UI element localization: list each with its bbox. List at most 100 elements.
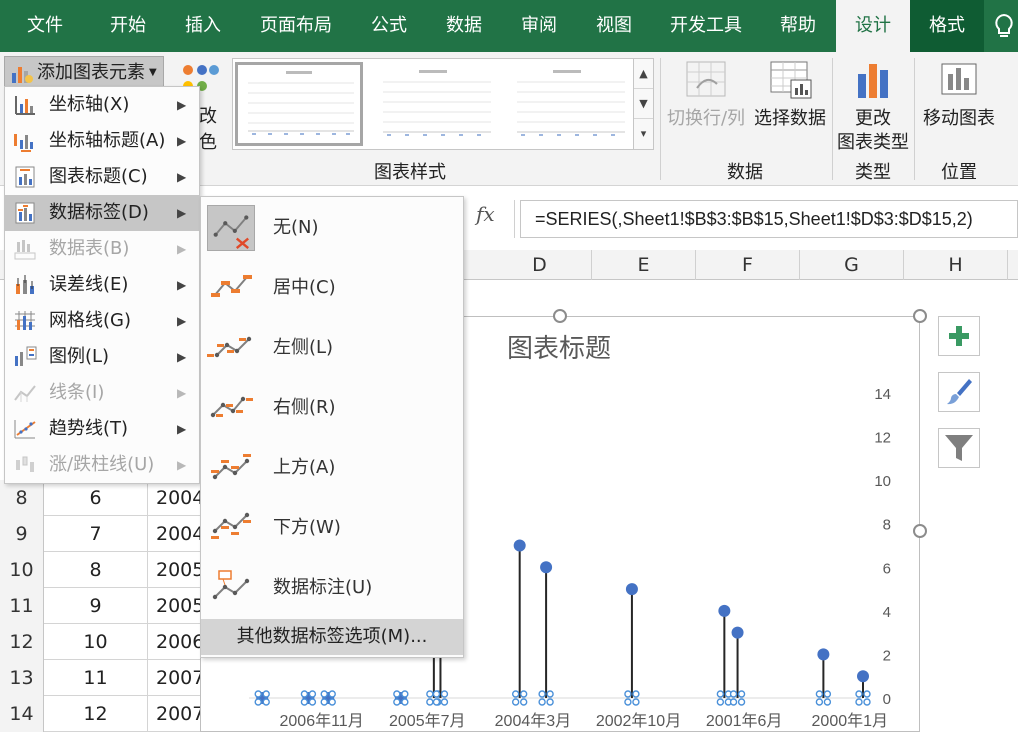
data-label-right[interactable]: 右侧(R) <box>201 379 463 437</box>
menu-item-chart-title[interactable]: 图表标题(C) ▶ <box>5 159 199 195</box>
change-colors-button[interactable]: 改 色 <box>199 104 217 156</box>
selection-handle[interactable] <box>300 690 309 698</box>
selection-handle[interactable] <box>546 698 554 706</box>
selection-handle[interactable] <box>393 698 401 706</box>
data-label-center[interactable]: 居中(C) <box>201 259 463 317</box>
selection-handle[interactable] <box>401 698 409 706</box>
selection-handle[interactable] <box>546 690 554 698</box>
selection-handle[interactable] <box>308 698 317 706</box>
tab-file[interactable]: 文件 <box>0 0 90 52</box>
selection-handle[interactable] <box>855 690 863 698</box>
selection-handle[interactable] <box>519 698 528 706</box>
selection-handle[interactable] <box>254 690 262 698</box>
selection-handle[interactable] <box>815 690 824 698</box>
selection-handle[interactable] <box>328 698 336 706</box>
selection-handle[interactable] <box>716 698 725 706</box>
cell[interactable]: 7 <box>44 516 148 552</box>
tab-page-layout[interactable]: 页面布局 <box>240 0 352 52</box>
chart-elements-button[interactable] <box>938 316 980 356</box>
cell[interactable]: 11 <box>44 660 148 696</box>
selection-handle[interactable] <box>328 690 336 698</box>
menu-item-axes[interactable]: 坐标轴(X) ▶ <box>5 87 199 123</box>
resize-handle[interactable] <box>913 524 927 538</box>
gallery-scroll-up-icon[interactable]: ▲ <box>634 59 653 89</box>
cell[interactable]: 10 <box>44 624 148 660</box>
selection-handle[interactable] <box>440 690 449 698</box>
selection-handle[interactable] <box>538 698 546 706</box>
menu-item-lines[interactable]: 线条(I) ▶ <box>5 375 199 411</box>
selection-handle[interactable] <box>632 698 640 706</box>
menu-item-data-table[interactable]: 数据表(B) ▶ <box>5 231 199 267</box>
chart-title[interactable]: 图表标题 <box>507 333 611 363</box>
tab-insert[interactable]: 插入 <box>166 0 240 52</box>
selection-handle[interactable] <box>401 690 409 698</box>
tab-help[interactable]: 帮助 <box>760 0 836 52</box>
row-header[interactable]: 9 <box>0 516 44 552</box>
cell[interactable]: 9 <box>44 588 148 624</box>
tab-home[interactable]: 开始 <box>90 0 166 52</box>
row-header[interactable]: 8 <box>0 480 44 516</box>
column-header-g[interactable]: G <box>800 250 904 280</box>
add-chart-element-button[interactable]: 添加图表元素 ▼ <box>4 56 164 90</box>
select-data-button[interactable]: 选择数据 <box>750 60 830 131</box>
column-header-e[interactable]: E <box>592 250 696 280</box>
menu-item-legend[interactable]: 图例(L) ▶ <box>5 339 199 375</box>
chart-style-thumb-3[interactable] <box>503 62 631 146</box>
menu-item-trendline[interactable]: 趋势线(T) ▶ <box>5 411 199 447</box>
row-header[interactable]: 12 <box>0 624 44 660</box>
cell[interactable]: 12 <box>44 696 148 732</box>
selection-handle[interactable] <box>426 690 434 698</box>
chart-style-thumb-2[interactable] <box>369 62 497 146</box>
data-label-none[interactable]: 无(N) <box>201 199 463 257</box>
selection-handle[interactable] <box>737 690 746 698</box>
cell[interactable]: 8 <box>44 552 148 588</box>
selection-handle[interactable] <box>729 690 738 698</box>
formula-input[interactable]: =SERIES(,Sheet1!$B$3:$B$15,Sheet1!$D$3:$… <box>520 200 1018 238</box>
selection-handle[interactable] <box>393 690 401 698</box>
selection-handle[interactable] <box>624 698 632 706</box>
row-header[interactable]: 10 <box>0 552 44 588</box>
menu-item-error-bars[interactable]: 误差线(E) ▶ <box>5 267 199 303</box>
resize-handle[interactable] <box>553 309 567 323</box>
selection-handle[interactable] <box>863 698 871 706</box>
selection-handle[interactable] <box>308 690 317 698</box>
row-header[interactable]: 11 <box>0 588 44 624</box>
chart-style-thumb-1[interactable] <box>235 62 363 146</box>
selection-handle[interactable] <box>262 698 270 706</box>
tab-review[interactable]: 审阅 <box>502 0 576 52</box>
selection-handle[interactable] <box>823 690 832 698</box>
data-label-left[interactable]: 左侧(L) <box>201 319 463 377</box>
more-data-label-options[interactable]: 其他数据标签选项(M)... <box>201 619 463 655</box>
menu-item-data-labels[interactable]: 数据标签(D) ▶ <box>5 195 199 231</box>
switch-row-column-button[interactable]: 切换行/列 <box>664 60 748 131</box>
selection-handle[interactable] <box>624 690 632 698</box>
tab-design[interactable]: 设计 <box>836 0 910 52</box>
selection-handle[interactable] <box>300 698 309 706</box>
tab-format[interactable]: 格式 <box>910 0 984 52</box>
selection-handle[interactable] <box>320 690 328 698</box>
move-chart-button[interactable]: 移动图表 <box>916 60 1002 131</box>
selection-handle[interactable] <box>716 690 725 698</box>
column-header-f[interactable]: F <box>696 250 800 280</box>
selection-handle[interactable] <box>632 690 640 698</box>
selection-handle[interactable] <box>254 698 262 706</box>
insert-function-icon[interactable]: fx <box>476 202 495 226</box>
row-header[interactable]: 13 <box>0 660 44 696</box>
selection-handle[interactable] <box>511 698 520 706</box>
tab-view[interactable]: 视图 <box>576 0 652 52</box>
selection-handle[interactable] <box>262 690 270 698</box>
data-label-below[interactable]: 下方(W) <box>201 499 463 557</box>
selection-handle[interactable] <box>737 698 746 706</box>
selection-handle[interactable] <box>823 698 832 706</box>
selection-handle[interactable] <box>440 698 449 706</box>
gallery-scroll-down-icon[interactable]: ▼ <box>634 89 653 119</box>
selection-handle[interactable] <box>863 690 871 698</box>
data-label-callout[interactable]: 数据标注(U) <box>201 559 463 617</box>
row-header[interactable]: 14 <box>0 696 44 732</box>
change-chart-type-button[interactable]: 更改 图表类型 <box>834 60 912 155</box>
selection-handle[interactable] <box>519 690 528 698</box>
selection-handle[interactable] <box>511 690 520 698</box>
menu-item-gridlines[interactable]: 网格线(G) ▶ <box>5 303 199 339</box>
cell[interactable]: 6 <box>44 480 148 516</box>
gallery-expand-icon[interactable]: ▾ <box>634 119 653 149</box>
